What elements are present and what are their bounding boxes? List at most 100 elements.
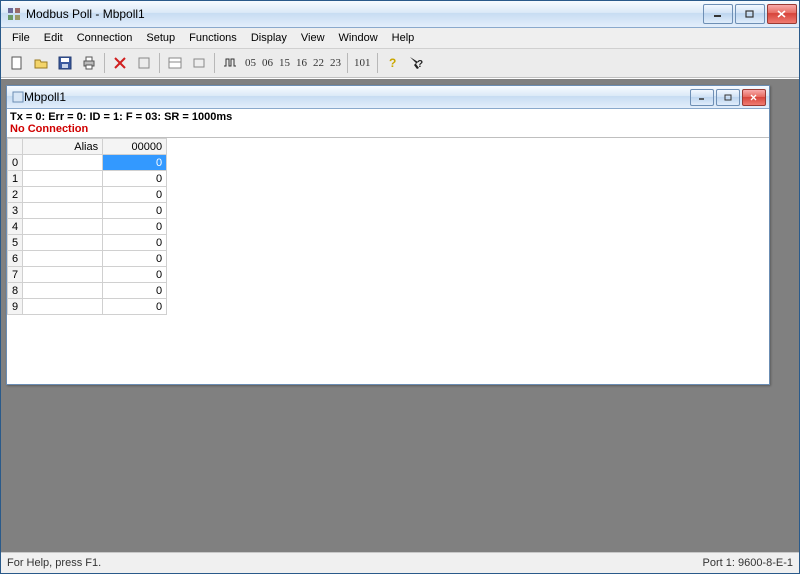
read-write-icon[interactable] xyxy=(163,52,187,74)
cell-alias[interactable] xyxy=(23,235,103,251)
menu-help[interactable]: Help xyxy=(385,30,422,46)
row-index[interactable]: 0 xyxy=(8,155,23,171)
row-index[interactable]: 6 xyxy=(8,251,23,267)
menu-functions[interactable]: Functions xyxy=(182,30,244,46)
cell-value[interactable]: 0 xyxy=(103,235,167,251)
cell-value[interactable]: 0 xyxy=(103,283,167,299)
col-address[interactable]: 00000 xyxy=(103,139,167,155)
row-index[interactable]: 5 xyxy=(8,235,23,251)
cell-value[interactable]: 0 xyxy=(103,171,167,187)
menu-connection[interactable]: Connection xyxy=(70,30,140,46)
row-index[interactable]: 1 xyxy=(8,171,23,187)
menu-setup[interactable]: Setup xyxy=(139,30,182,46)
child-window-controls xyxy=(690,89,766,106)
menu-file[interactable]: File xyxy=(5,30,37,46)
fn-code-101[interactable]: 101 xyxy=(351,57,374,69)
mdi-area: Mbpoll1 Tx = 0: Err = 0: ID = 1: F = 03:… xyxy=(1,78,799,552)
cell-alias[interactable] xyxy=(23,203,103,219)
app-icon xyxy=(7,7,21,21)
print-icon[interactable] xyxy=(77,52,101,74)
statusbar-port-text: Port 1: 9600-8-E-1 xyxy=(703,557,794,569)
grid-corner xyxy=(8,139,23,155)
close-button[interactable] xyxy=(767,4,797,24)
cell-value[interactable]: 0 xyxy=(103,187,167,203)
cell-alias[interactable] xyxy=(23,187,103,203)
child-icon xyxy=(12,91,24,103)
test-icon[interactable] xyxy=(187,52,211,74)
cell-value[interactable]: 0 xyxy=(103,155,167,171)
table-row[interactable]: 80 xyxy=(8,283,167,299)
child-minimize-button[interactable] xyxy=(690,89,714,106)
connect-icon[interactable] xyxy=(132,52,156,74)
child-title-text: Mbpoll1 xyxy=(24,90,690,104)
connection-status: No Connection xyxy=(7,123,769,138)
app-title: Modbus Poll - Mbpoll1 xyxy=(26,7,703,21)
row-index[interactable]: 2 xyxy=(8,187,23,203)
table-row[interactable]: 10 xyxy=(8,171,167,187)
row-index[interactable]: 9 xyxy=(8,299,23,315)
grid-header-row: Alias 00000 xyxy=(8,139,167,155)
cell-value[interactable]: 0 xyxy=(103,219,167,235)
cell-alias[interactable] xyxy=(23,299,103,315)
fn-code-06[interactable]: 06 xyxy=(259,57,276,69)
main-window: Modbus Poll - Mbpoll1 File Edit Connecti… xyxy=(0,0,800,574)
toolbar: 05 06 15 16 22 23 101 ? ? xyxy=(1,49,799,78)
child-close-button[interactable] xyxy=(742,89,766,106)
table-row[interactable]: 60 xyxy=(8,251,167,267)
cell-alias[interactable] xyxy=(23,267,103,283)
fn-code-16[interactable]: 16 xyxy=(293,57,310,69)
toolbar-separator xyxy=(159,53,160,73)
svg-text:?: ? xyxy=(389,56,396,70)
table-row[interactable]: 20 xyxy=(8,187,167,203)
disconnect-icon[interactable] xyxy=(108,52,132,74)
menu-window[interactable]: Window xyxy=(332,30,385,46)
menu-display[interactable]: Display xyxy=(244,30,294,46)
fn-code-15[interactable]: 15 xyxy=(276,57,293,69)
fn-code-22[interactable]: 22 xyxy=(310,57,327,69)
row-index[interactable]: 7 xyxy=(8,267,23,283)
context-help-icon[interactable]: ? xyxy=(405,52,429,74)
table-row[interactable]: 40 xyxy=(8,219,167,235)
new-icon[interactable] xyxy=(5,52,29,74)
cell-alias[interactable] xyxy=(23,219,103,235)
minimize-button[interactable] xyxy=(703,4,733,24)
cell-alias[interactable] xyxy=(23,283,103,299)
pulse-icon[interactable] xyxy=(218,52,242,74)
table-row[interactable]: 30 xyxy=(8,203,167,219)
save-icon[interactable] xyxy=(53,52,77,74)
open-icon[interactable] xyxy=(29,52,53,74)
statusbar-help-text: For Help, press F1. xyxy=(7,557,101,569)
fn-code-23[interactable]: 23 xyxy=(327,57,344,69)
cell-value[interactable]: 0 xyxy=(103,299,167,315)
child-maximize-button[interactable] xyxy=(716,89,740,106)
svg-text:?: ? xyxy=(417,59,423,70)
maximize-button[interactable] xyxy=(735,4,765,24)
help-icon[interactable]: ? xyxy=(381,52,405,74)
child-titlebar[interactable]: Mbpoll1 xyxy=(7,86,769,109)
cell-alias[interactable] xyxy=(23,251,103,267)
cell-alias[interactable] xyxy=(23,171,103,187)
titlebar: Modbus Poll - Mbpoll1 xyxy=(1,1,799,28)
child-window: Mbpoll1 Tx = 0: Err = 0: ID = 1: F = 03:… xyxy=(6,85,770,385)
row-index[interactable]: 3 xyxy=(8,203,23,219)
table-row[interactable]: 50 xyxy=(8,235,167,251)
poll-status-line: Tx = 0: Err = 0: ID = 1: F = 03: SR = 10… xyxy=(7,109,769,123)
window-controls xyxy=(703,4,797,24)
toolbar-separator xyxy=(347,53,348,73)
cell-alias[interactable] xyxy=(23,155,103,171)
cell-value[interactable]: 0 xyxy=(103,267,167,283)
menu-view[interactable]: View xyxy=(294,30,332,46)
cell-value[interactable]: 0 xyxy=(103,203,167,219)
row-index[interactable]: 8 xyxy=(8,283,23,299)
menu-edit[interactable]: Edit xyxy=(37,30,70,46)
menubar: File Edit Connection Setup Functions Dis… xyxy=(1,28,799,49)
cell-value[interactable]: 0 xyxy=(103,251,167,267)
table-row[interactable]: 70 xyxy=(8,267,167,283)
col-alias[interactable]: Alias xyxy=(23,139,103,155)
row-index[interactable]: 4 xyxy=(8,219,23,235)
table-row[interactable]: 00 xyxy=(8,155,167,171)
table-row[interactable]: 90 xyxy=(8,299,167,315)
fn-code-05[interactable]: 05 xyxy=(242,57,259,69)
toolbar-separator xyxy=(377,53,378,73)
register-grid[interactable]: Alias 00000 00102030405060708090 xyxy=(7,138,167,315)
